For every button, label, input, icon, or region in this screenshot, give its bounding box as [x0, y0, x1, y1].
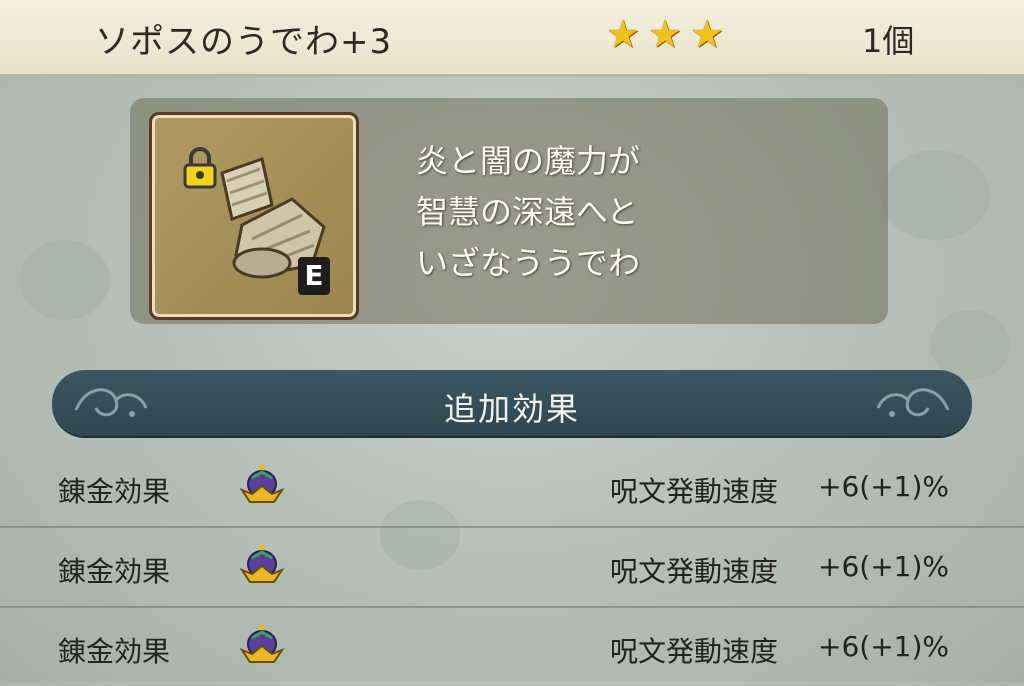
effect-label: 錬金効果 [58, 635, 171, 668]
crown-icon [239, 544, 285, 583]
crown-icon [239, 464, 285, 503]
effect-label: 錬金効果 [58, 475, 171, 508]
item-icon-frame[interactable]: E [149, 112, 359, 320]
effect-value: +6(+1)% [818, 470, 950, 503]
star-icon: ★ [606, 12, 641, 56]
effect-name: 呪文発動速度 [610, 635, 779, 668]
item-header: ソポスのうでわ+3 ★ ★ ★ 1個 [0, 0, 1024, 77]
effect-value: +6(+1)% [818, 630, 950, 663]
effect-row: 錬金効果 呪文発動速度 +6(+1)% [0, 528, 1024, 608]
section-title: 追加効果 [443, 390, 580, 428]
effect-name: 呪文発動速度 [610, 475, 779, 508]
section-header: 追加効果 [52, 370, 972, 436]
description-line: 炎と闇の魔力が [416, 142, 641, 180]
effect-label: 錬金効果 [58, 555, 171, 588]
effect-row: 錬金効果 呪文発動速度 +6(+1)% [0, 608, 1024, 686]
rarity-stars: ★ ★ ★ [606, 12, 726, 56]
description-line: いざなううでわ [416, 244, 641, 282]
item-description: 炎と闇の魔力が 智慧の深遠へと いざなううでわ [416, 136, 640, 289]
star-icon: ★ [690, 12, 725, 56]
effect-row: 錬金効果 呪文発動速度 +6(+1)% [0, 448, 1024, 528]
effect-name: 呪文発動速度 [610, 555, 779, 588]
crown-icon [239, 624, 285, 663]
description-line: 智慧の深遠へと [416, 193, 639, 231]
effect-value: +6(+1)% [818, 550, 950, 583]
star-icon: ★ [648, 12, 683, 56]
lock-icon [183, 147, 217, 189]
background-decoration [880, 150, 990, 240]
flourish-right-icon [876, 388, 950, 417]
item-count: 1個 [862, 22, 915, 60]
background-decoration [20, 240, 110, 320]
equipped-badge: E [298, 257, 330, 295]
item-name: ソポスのうでわ+3 [95, 22, 393, 62]
